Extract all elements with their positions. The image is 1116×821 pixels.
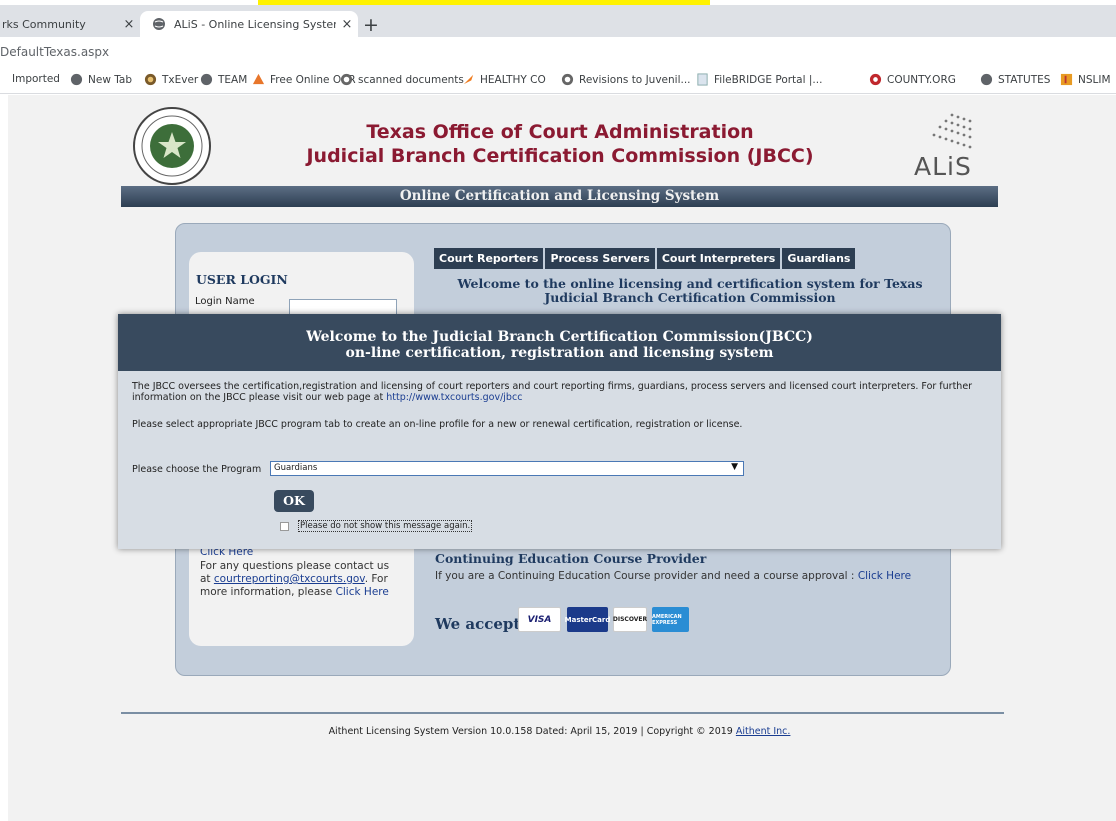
bookmark-statutes[interactable]: STATUTES xyxy=(980,73,1050,86)
tab-title: ALiS - Online Licensing System xyxy=(174,17,336,31)
alis-logo-text: ALiS xyxy=(914,152,972,181)
rocket-icon xyxy=(463,74,474,85)
welcome-line1: Welcome to the online licensing and cert… xyxy=(457,276,923,291)
system-navbar: Online Certification and Licensing Syste… xyxy=(121,186,998,207)
welcome-message: Welcome to the online licensing and cert… xyxy=(436,277,944,305)
jbcc-website-link[interactable]: http://www.txcourts.gov/jbcc xyxy=(386,392,522,403)
modal-header: Welcome to the Judicial Branch Certifica… xyxy=(118,314,1001,371)
modal-title-line2: on-line certification, registration and … xyxy=(345,345,774,361)
nslim-icon xyxy=(1060,73,1073,86)
bookmark-label: New Tab xyxy=(88,73,133,86)
bookmark-filebridge[interactable]: FileBRIDGE Portal |... xyxy=(696,73,822,86)
bookmark-label: STATUTES xyxy=(998,73,1051,86)
county-icon xyxy=(869,73,882,86)
browser-tabbar: rks Community × ALiS - Online Licensing … xyxy=(0,5,1116,37)
visa-card-icon: VISA xyxy=(518,607,561,632)
txever-icon xyxy=(144,73,157,86)
modal-instruction: Please select appropriate JBCC program t… xyxy=(132,419,743,430)
address-bar[interactable]: DefaultTexas.aspx xyxy=(0,37,1116,66)
contact-info: For any questions please contact us at c… xyxy=(200,560,400,599)
globe-icon xyxy=(70,73,83,86)
close-icon[interactable]: × xyxy=(336,17,358,32)
more-info-link[interactable]: Click Here xyxy=(336,586,389,598)
bookmark-revisions[interactable]: Revisions to Juvenil... xyxy=(561,73,691,86)
bookmark-imported[interactable]: Imported xyxy=(12,73,60,85)
bookmark-label: Revisions to Juvenil... xyxy=(579,73,691,86)
welcome-modal: Welcome to the Judicial Branch Certifica… xyxy=(118,314,1001,549)
page-gutter xyxy=(0,95,8,821)
welcome-line2: Judicial Branch Certification Commission xyxy=(544,290,836,305)
login-title: USER LOGIN xyxy=(196,272,288,287)
bookmark-team[interactable]: TEAM xyxy=(200,73,247,86)
bookmark-label: scanned documents xyxy=(358,73,464,86)
footer: Aithent Licensing System Version 10.0.15… xyxy=(121,726,998,737)
program-select-value: Guardians xyxy=(274,463,318,473)
globe-icon xyxy=(980,73,993,86)
browser-tab[interactable]: rks Community × xyxy=(0,11,140,37)
bookmark-nslim[interactable]: NSLIM xyxy=(1060,73,1111,86)
bookmark-label: TEAM xyxy=(218,73,248,86)
globe-icon xyxy=(200,73,213,86)
browser-tab-active[interactable]: ALiS - Online Licensing System × xyxy=(140,11,358,37)
login-name-label: Login Name xyxy=(195,296,255,307)
bookmark-county-org[interactable]: COUNTY.ORG xyxy=(869,73,956,86)
new-tab-button[interactable]: + xyxy=(363,15,379,35)
page-content: Texas Office of Court Administration Jud… xyxy=(0,95,1116,821)
discover-card-icon: DISCOVER xyxy=(613,607,647,632)
bookmarks-bar: Imported New Tab TxEver TEAM Free Online… xyxy=(0,66,1116,94)
footer-divider xyxy=(121,712,1004,714)
bookmark-label: COUNTY.ORG xyxy=(887,73,956,86)
modal-title-line1: Welcome to the Judicial Branch Certifica… xyxy=(306,329,813,345)
dont-show-label: Please do not show this message again. xyxy=(298,520,473,532)
globe-icon xyxy=(153,18,165,30)
login-name-input[interactable] xyxy=(289,299,397,315)
bookmark-txever[interactable]: TxEver xyxy=(144,73,198,86)
footer-text: Aithent Licensing System Version 10.0.15… xyxy=(328,726,736,737)
ce-provider-text: If you are a Continuing Education Course… xyxy=(435,570,911,582)
dont-show-again[interactable]: Please do not show this message again. xyxy=(280,520,473,532)
ocr-icon xyxy=(252,73,265,85)
page-title-line1: Texas Office of Court Administration xyxy=(366,121,754,143)
bookmark-label: Imported xyxy=(12,73,60,85)
scan-icon xyxy=(561,73,574,86)
page-title-line2: Judicial Branch Certification Commission… xyxy=(306,145,814,167)
mastercard-card-icon: MasterCard xyxy=(565,607,610,632)
tab-court-reporters[interactable]: Court Reporters xyxy=(434,248,544,269)
amex-card-icon: AMERICAN EXPRESS xyxy=(652,607,689,632)
program-select[interactable]: Guardians ▼ xyxy=(270,461,744,476)
texas-seal-icon xyxy=(133,107,211,185)
tab-court-interpreters[interactable]: Court Interpreters xyxy=(656,248,781,269)
bookmark-label: TxEver xyxy=(162,73,199,86)
close-icon[interactable]: × xyxy=(118,17,140,32)
bookmark-label: HEALTHY CO xyxy=(480,73,546,86)
modal-description: The JBCC oversees the certification,regi… xyxy=(132,381,992,403)
ok-button[interactable]: OK xyxy=(274,490,314,512)
footer-aithent-link[interactable]: Aithent Inc. xyxy=(736,726,791,737)
bookmark-scanned-documents[interactable]: scanned documents xyxy=(340,73,464,86)
scan-icon xyxy=(340,73,353,86)
bookmark-label: FileBRIDGE Portal |... xyxy=(714,73,823,86)
ce-provider-title: Continuing Education Course Provider xyxy=(435,551,707,566)
ce-provider-desc: If you are a Continuing Education Course… xyxy=(435,570,858,582)
bookmark-healthy-co[interactable]: HEALTHY CO xyxy=(462,73,546,86)
file-icon xyxy=(697,73,708,86)
bookmark-label: NSLIM xyxy=(1078,73,1111,86)
url-text: DefaultTexas.aspx xyxy=(0,45,110,59)
dont-show-checkbox[interactable] xyxy=(280,521,289,531)
tab-title: rks Community xyxy=(2,17,86,31)
program-tabs: Court Reporters Process Servers Court In… xyxy=(434,248,856,269)
ce-provider-link[interactable]: Click Here xyxy=(858,570,911,582)
choose-program-label: Please choose the Program xyxy=(132,464,262,475)
we-accept-label: We accept: xyxy=(435,615,526,633)
page-title: Texas Office of Court Administration Jud… xyxy=(300,120,820,168)
tab-guardians[interactable]: Guardians xyxy=(782,248,856,269)
contact-email-link[interactable]: courtreporting@txcourts.gov xyxy=(214,573,365,585)
modal-description-text: The JBCC oversees the certification,regi… xyxy=(132,381,973,403)
bookmark-new-tab[interactable]: New Tab xyxy=(70,73,132,86)
tab-process-servers[interactable]: Process Servers xyxy=(545,248,655,269)
dropdown-arrow-icon: ▼ xyxy=(731,462,738,472)
